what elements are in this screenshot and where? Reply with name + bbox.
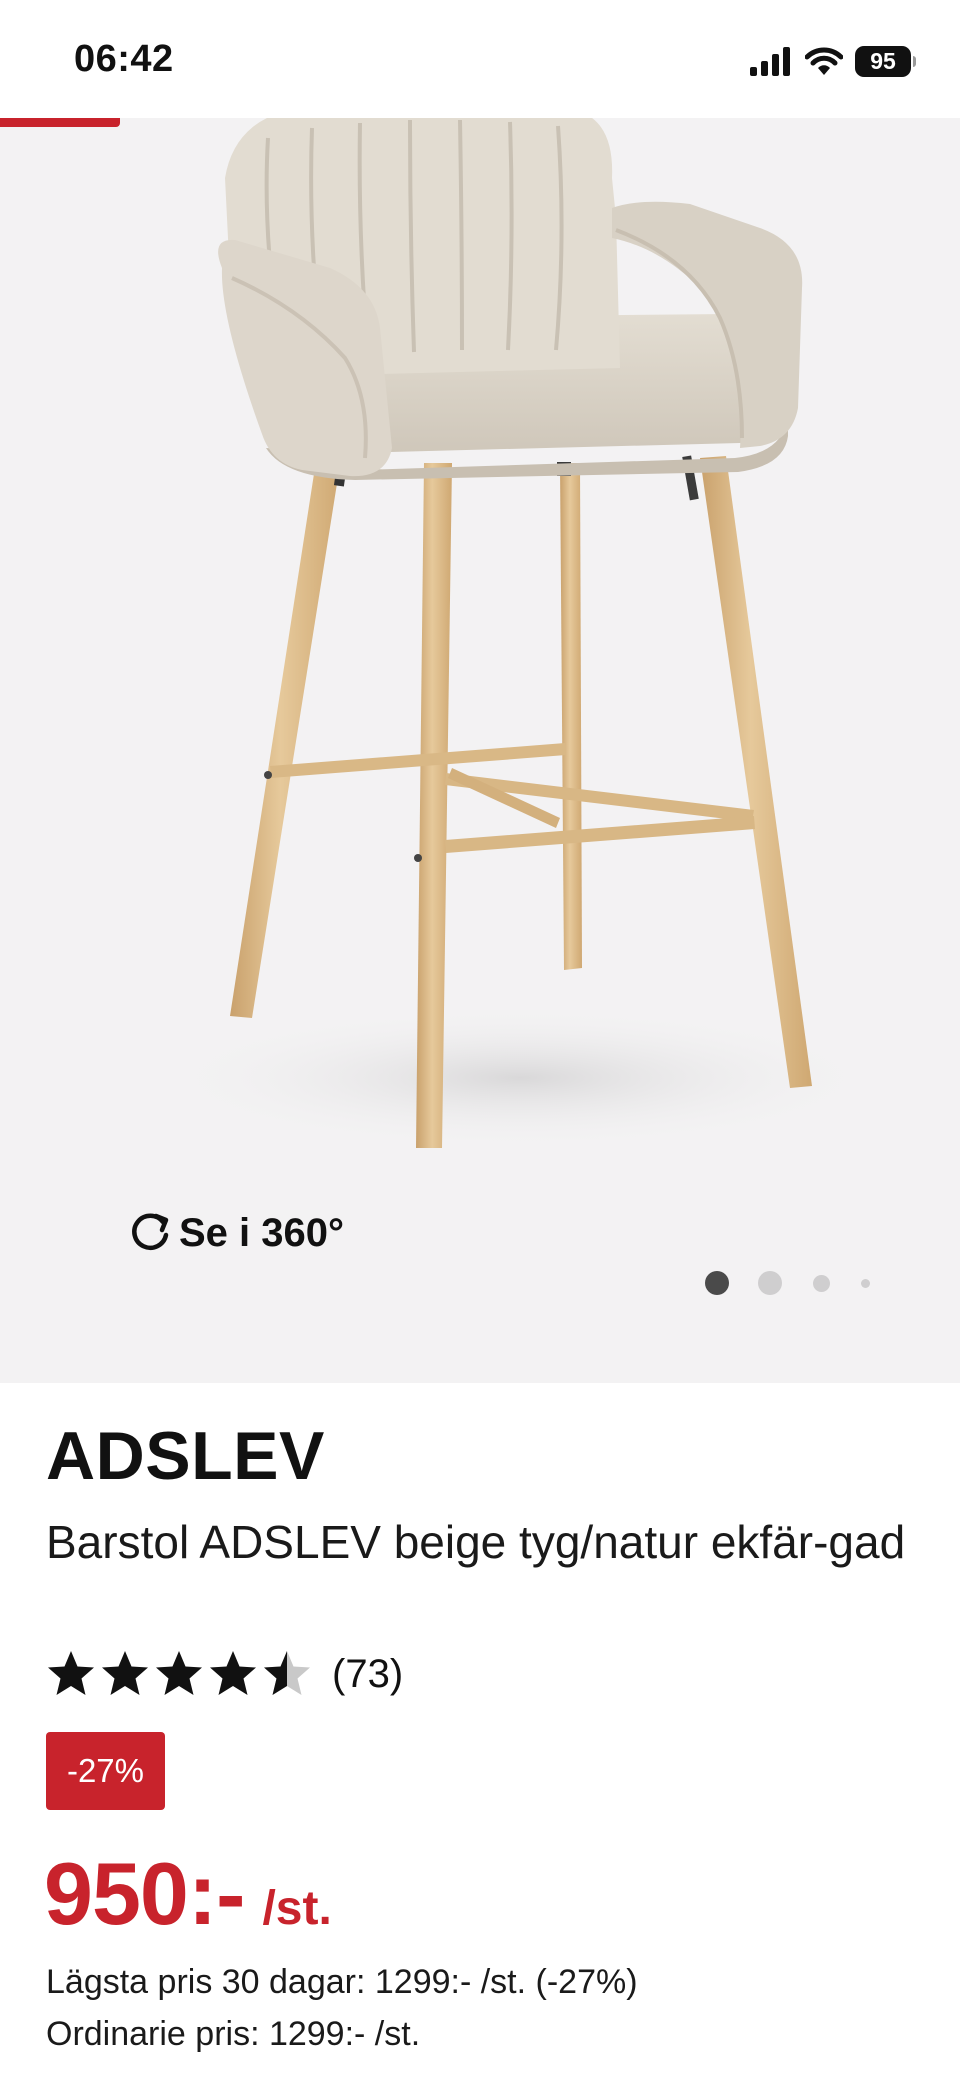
carousel-pagination bbox=[0, 1268, 960, 1298]
product-description: Barstol ADSLEV beige tyg/natur ekfär-gad bbox=[46, 1516, 906, 1568]
wifi-icon bbox=[805, 47, 843, 75]
product-name: ADSLEV bbox=[46, 1418, 325, 1494]
product-image-gallery[interactable]: Se i 360° bbox=[0, 118, 960, 1383]
discount-badge: -27% bbox=[46, 1732, 165, 1810]
battery-icon: 95 bbox=[855, 45, 916, 77]
price: 950:- bbox=[44, 1844, 245, 1943]
cellular-signal-icon bbox=[750, 47, 790, 76]
view-360-label: Se i 360° bbox=[179, 1210, 344, 1255]
view-360-button[interactable]: Se i 360° bbox=[127, 1210, 344, 1256]
product-rating[interactable]: (73) bbox=[46, 1649, 403, 1699]
price-row: 950:- /st. bbox=[44, 1843, 332, 1945]
regular-price: Ordinarie pris: 1299:- /st. bbox=[46, 2015, 421, 2053]
status-icons: 95 bbox=[749, 44, 916, 78]
rotate-icon bbox=[132, 1213, 169, 1251]
star-rating-icon bbox=[48, 1651, 310, 1695]
price-unit: /st. bbox=[262, 1882, 332, 1935]
carousel-dot-3[interactable] bbox=[813, 1275, 830, 1292]
product-info: ADSLEV Barstol ADSLEV beige tyg/natur ek… bbox=[0, 1383, 960, 2079]
battery-level: 95 bbox=[855, 45, 911, 77]
lowest-price-30-days: Lägsta pris 30 dagar: 1299:- /st. (-27%) bbox=[46, 1963, 638, 2001]
status-bar: 06:42 95 bbox=[0, 0, 960, 118]
product-page: 06:42 95 Se i 360° ADSLEV Barstol ADSLEV… bbox=[0, 0, 960, 2079]
carousel-dot-2[interactable] bbox=[758, 1271, 782, 1295]
bar-stool-image bbox=[160, 118, 880, 1148]
status-time: 06:42 bbox=[74, 38, 174, 80]
battery-nub bbox=[913, 55, 916, 67]
review-count[interactable]: (73) bbox=[332, 1652, 403, 1697]
carousel-dot-1[interactable] bbox=[705, 1271, 729, 1295]
carousel-dot-4[interactable] bbox=[861, 1279, 870, 1288]
